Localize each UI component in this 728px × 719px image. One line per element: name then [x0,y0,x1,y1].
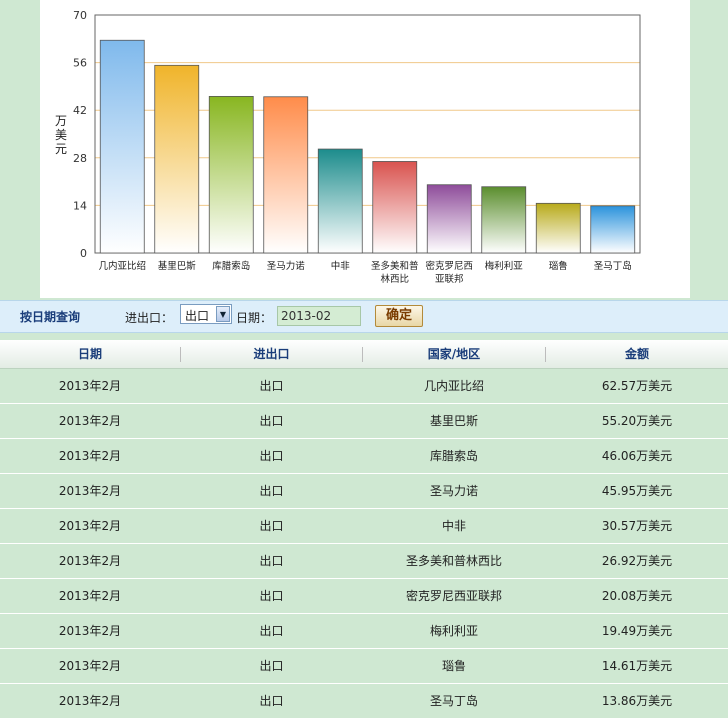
cell-amount: 46.06万美元 [601,449,673,463]
x-tick-label: 库腊索岛 [212,260,250,272]
table-row: 2013年2月 出口 梅利利亚 19.49万美元 [0,614,728,649]
cell-date: 2013年2月 [58,519,122,533]
confirm-button[interactable]: 确定 [375,305,423,327]
date-label: 日期： [236,311,273,325]
cell-io: 出口 [259,414,284,428]
header-country[interactable]: 国家/地区 [363,340,545,368]
cell-amount: 45.95万美元 [601,484,673,498]
table-row: 2013年2月 出口 圣马丁岛 13.86万美元 [0,684,728,719]
x-tick-label: 密克罗尼西 [425,260,473,272]
header-date[interactable]: 日期 [0,340,180,368]
x-tick-label: 圣多美和普 [371,260,419,272]
x-tick-label: 中非 [331,260,351,272]
y-tick-label: 28 [73,152,87,165]
y-tick-label: 70 [73,9,87,22]
bar [481,186,527,254]
header-io[interactable]: 进出口 [181,340,362,368]
chart-panel: 0 14 28 42 56 70 万美元几内亚比绍 基里巴斯 库腊索岛 圣马力诺 中非 圣多美和普 林西… [40,0,690,298]
query-title: 按日期查询 [20,310,81,324]
cell-io: 出口 [259,694,284,708]
cell-amount: 30.57万美元 [601,519,673,533]
y-tick-label: 56 [73,57,87,70]
table-row: 2013年2月 出口 密克罗尼西亚联邦 20.08万美元 [0,579,728,614]
y-axis-label: 美 [55,128,67,142]
table-header: 日期 进出口 国家/地区 金额 [0,340,728,369]
cell-io: 出口 [259,379,284,393]
cell-amount: 13.86万美元 [601,694,673,708]
date-input[interactable] [277,306,361,326]
x-tick-label: 亚联邦 [435,273,464,285]
table-row: 2013年2月 出口 圣马力诺 45.95万美元 [0,474,728,509]
cell-date: 2013年2月 [58,379,122,393]
table-row: 2013年2月 出口 中非 30.57万美元 [0,509,728,544]
x-tick-label: 梅利利亚 [485,260,524,272]
io-select[interactable]: 出口 ▼ [180,304,232,324]
bar [208,95,254,254]
header-amount[interactable]: 金额 [546,340,728,368]
table-row: 2013年2月 出口 库腊索岛 46.06万美元 [0,439,728,474]
cell-io: 出口 [259,449,284,463]
data-table: 日期 进出口 国家/地区 金额 2013年2月 出口 几内亚比绍 62.57万美元 2… [0,340,728,719]
cell-country: 梅利利亚 [429,624,478,638]
cell-amount: 20.08万美元 [601,589,673,603]
bar [317,148,363,254]
cell-country: 瑙鲁 [441,659,466,673]
cell-date: 2013年2月 [58,624,122,638]
cell-amount: 19.49万美元 [601,624,673,638]
cell-io: 出口 [259,484,284,498]
bar [263,96,309,254]
cell-country: 密克罗尼西亚联邦 [405,589,502,603]
table-row: 2013年2月 出口 基里巴斯 55.20万美元 [0,404,728,439]
y-tick-label: 42 [73,104,87,117]
bar [426,184,472,254]
cell-io: 出口 [259,624,284,638]
x-tick-label: 基里巴斯 [158,260,197,272]
cell-amount: 55.20万美元 [601,414,673,428]
bar [590,205,636,254]
io-label: 进出口： [125,311,174,325]
x-tick-label: 圣马丁岛 [594,260,632,272]
cell-date: 2013年2月 [58,694,122,708]
cell-country: 圣马丁岛 [429,694,478,708]
cell-country: 几内亚比绍 [423,379,484,393]
cell-date: 2013年2月 [58,414,122,428]
x-tick-label: 圣马力诺 [267,260,306,272]
query-bar: 按日期查询 进出口： 出口 ▼ 日期： 确定 [0,300,728,333]
table-body: 2013年2月 出口 几内亚比绍 62.57万美元 2013年2月 出口 基里巴斯 55.2… [0,369,728,719]
cell-country: 中非 [441,519,466,533]
y-axis-label: 元 [55,142,67,156]
cell-io: 出口 [259,589,284,603]
cell-amount: 26.92万美元 [601,554,673,568]
table-row: 2013年2月 出口 几内亚比绍 62.57万美元 [0,369,728,404]
cell-io: 出口 [259,519,284,533]
cell-amount: 14.61万美元 [601,659,673,673]
cell-date: 2013年2月 [58,484,122,498]
cell-date: 2013年2月 [58,449,122,463]
bar [535,202,581,254]
bar [154,64,200,254]
table-row: 2013年2月 出口 圣多美和普林西比 26.92万美元 [0,544,728,579]
x-tick-label: 瑙鲁 [549,260,568,272]
cell-date: 2013年2月 [58,589,122,603]
cell-date: 2013年2月 [58,554,122,568]
bar [99,39,145,254]
x-tick-label: 林西比 [380,273,409,285]
cell-country: 圣马力诺 [429,484,478,498]
y-axis-label: 万 [55,114,67,128]
cell-amount: 62.57万美元 [601,379,673,393]
io-select-value: 出口 [185,309,210,323]
y-tick-label: 0 [80,247,87,260]
cell-io: 出口 [259,659,284,673]
bar-chart: 0 14 28 42 56 70 万美元几内亚比绍 基里巴斯 库腊索岛 圣马力诺 中非 圣多美和普林西… [55,9,641,285]
cell-date: 2013年2月 [58,659,122,673]
cell-country: 库腊索岛 [429,449,478,463]
bar [372,161,418,254]
y-tick-label: 14 [73,199,87,212]
chevron-down-icon[interactable]: ▼ [216,306,230,322]
x-tick-label: 几内亚比绍 [98,260,146,272]
cell-country: 圣多美和普林西比 [405,554,502,568]
table-row: 2013年2月 出口 瑙鲁 14.61万美元 [0,649,728,684]
cell-io: 出口 [259,554,284,568]
cell-country: 基里巴斯 [429,414,478,428]
